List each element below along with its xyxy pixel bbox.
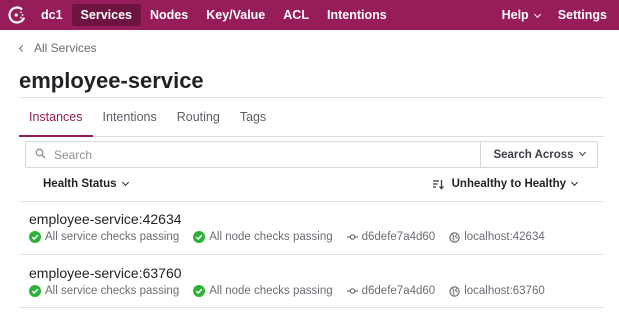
search-input[interactable]: Search: [26, 142, 480, 167]
divider: [19, 254, 604, 255]
top-navigation: dc1 Services Nodes Key/Value ACL Intenti…: [0, 0, 619, 30]
consul-logo-icon[interactable]: [6, 4, 28, 26]
datacenter-selector[interactable]: dc1: [32, 4, 72, 26]
check-circle-icon: [193, 285, 206, 297]
node-checks-status: All node checks passing: [193, 231, 333, 243]
instance-address: localhost:63760: [449, 285, 545, 297]
node-checks-text: All node checks passing: [209, 231, 333, 243]
node-checks-text: All node checks passing: [209, 285, 333, 297]
tab-bar: Instances Intentions Routing Tags: [19, 108, 604, 137]
address-text: localhost:42634: [464, 231, 545, 243]
chevron-down-icon: [570, 178, 579, 186]
list-item[interactable]: employee-service:63760 All service check…: [29, 265, 559, 297]
service-checks-status: All service checks passing: [29, 231, 179, 243]
divider: [19, 307, 604, 308]
instance-address: localhost:42634: [449, 231, 545, 243]
node-id-text: d6defe7a4d60: [361, 231, 436, 243]
address-text: localhost:63760: [464, 285, 545, 297]
chevron-down-icon: [578, 148, 586, 157]
check-circle-icon: [29, 231, 41, 243]
service-checks-text: All service checks passing: [45, 231, 180, 243]
service-checks-status: All service checks passing: [29, 285, 179, 297]
health-status-label: Health Status: [43, 178, 117, 190]
filter-bar: Health Status Unhealthy to Healthy: [25, 172, 598, 196]
service-checks-text: All service checks passing: [45, 285, 180, 297]
help-menu[interactable]: Help: [493, 4, 549, 26]
tab-routing[interactable]: Routing: [167, 108, 230, 136]
sort-dropdown[interactable]: Unhealthy to Healthy: [432, 178, 579, 190]
instance-meta: All service checks passing All node chec…: [29, 231, 559, 243]
help-label: Help: [501, 8, 529, 22]
instance-name-link[interactable]: employee-service:63760: [29, 265, 559, 281]
sort-icon: [432, 179, 444, 190]
node-id: d6defe7a4d60: [346, 231, 436, 243]
breadcrumb-all-services[interactable]: All Services: [34, 41, 97, 55]
node-id-text: d6defe7a4d60: [361, 285, 436, 297]
check-circle-icon: [193, 231, 206, 243]
tab-tags[interactable]: Tags: [230, 108, 276, 136]
tab-instances[interactable]: Instances: [19, 108, 93, 137]
globe-icon: [449, 231, 460, 243]
settings-link[interactable]: Settings: [549, 4, 616, 26]
chevron-down-icon: [533, 10, 541, 19]
search-icon: [35, 148, 46, 162]
nav-item-services[interactable]: Services: [71, 4, 141, 26]
git-commit-icon: [346, 233, 358, 241]
health-status-filter[interactable]: Health Status: [43, 178, 129, 190]
breadcrumb[interactable]: All Services: [18, 41, 97, 55]
search-across-label: Search Across: [493, 148, 574, 161]
instance-name-link[interactable]: employee-service:42634: [29, 211, 559, 227]
node-checks-status: All node checks passing: [193, 285, 333, 297]
sort-label: Unhealthy to Healthy: [451, 178, 566, 190]
search-bar: Search Search Across: [25, 141, 598, 168]
instance-meta: All service checks passing All node chec…: [29, 285, 559, 297]
nav-item-key-value[interactable]: Key/Value: [197, 4, 274, 26]
git-commit-icon: [346, 287, 358, 295]
divider: [19, 97, 604, 98]
nav-item-acl[interactable]: ACL: [274, 4, 318, 26]
nav-item-nodes[interactable]: Nodes: [141, 4, 197, 26]
tab-intentions[interactable]: Intentions: [93, 108, 167, 136]
globe-icon: [449, 285, 460, 297]
node-id: d6defe7a4d60: [346, 285, 436, 297]
page-title: employee-service: [19, 68, 204, 93]
search-placeholder: Search: [54, 147, 93, 162]
check-circle-icon: [29, 285, 41, 297]
list-item[interactable]: employee-service:42634 All service check…: [29, 211, 559, 243]
divider: [19, 201, 604, 202]
search-across-dropdown[interactable]: Search Across: [480, 142, 597, 167]
chevron-left-icon: [18, 44, 27, 52]
nav-item-intentions[interactable]: Intentions: [318, 4, 396, 26]
chevron-down-icon: [121, 178, 129, 186]
